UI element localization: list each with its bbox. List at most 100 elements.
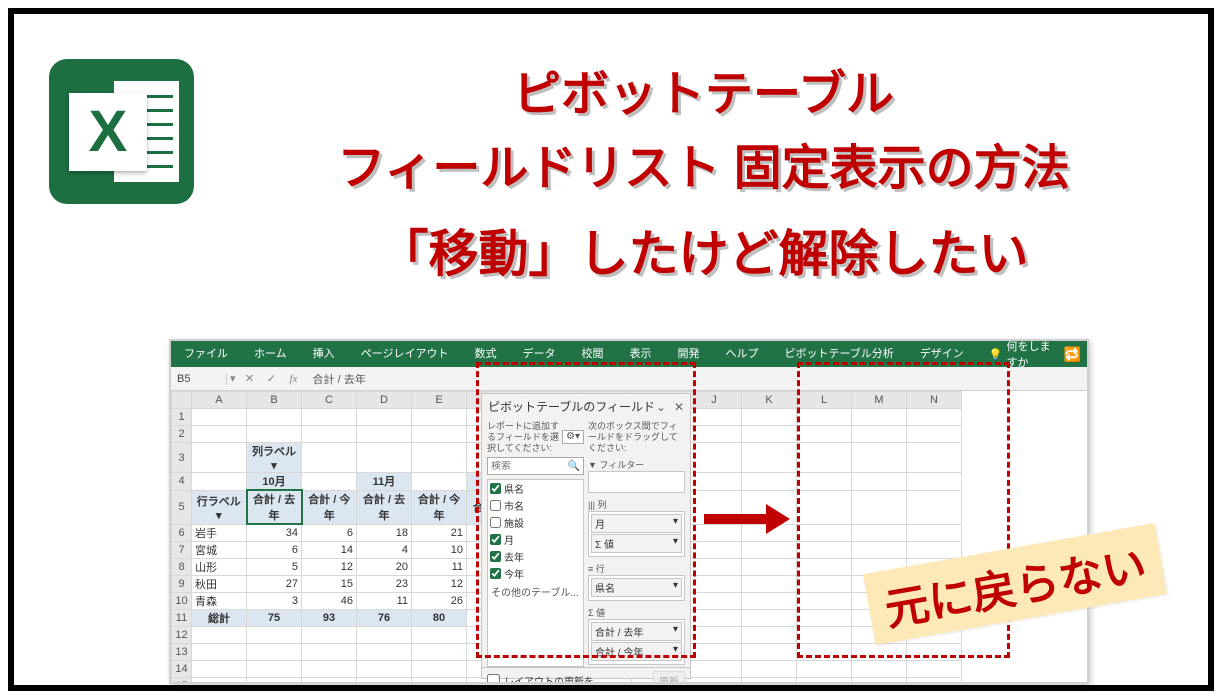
cell[interactable] xyxy=(412,473,467,491)
cell[interactable]: 11 xyxy=(357,592,412,609)
cell[interactable] xyxy=(687,473,742,491)
cell[interactable] xyxy=(687,643,742,660)
defer-layout-checkbox[interactable] xyxy=(487,674,500,684)
row-header[interactable]: 14 xyxy=(172,660,192,677)
cell[interactable]: 合計 / 今年 xyxy=(302,490,357,524)
cell[interactable] xyxy=(357,677,412,684)
cell[interactable]: 6 xyxy=(302,524,357,541)
ribbon-tab-2[interactable]: 挿入 xyxy=(306,341,342,367)
row-header[interactable]: 8 xyxy=(172,558,192,575)
cell[interactable] xyxy=(797,409,852,426)
cell[interactable]: 18 xyxy=(357,524,412,541)
cell[interactable] xyxy=(852,677,907,684)
cell[interactable] xyxy=(797,443,852,473)
cell[interactable] xyxy=(302,677,357,684)
formula-text[interactable]: 合計 / 去年 xyxy=(305,371,366,387)
cell[interactable]: 12 xyxy=(412,575,467,592)
cell[interactable]: 4 xyxy=(357,541,412,558)
zone-columns[interactable]: 月▾Σ 値▾ xyxy=(588,511,685,557)
cell[interactable] xyxy=(412,677,467,684)
cell[interactable] xyxy=(357,426,412,443)
cell[interactable] xyxy=(742,426,797,443)
col-header[interactable]: E xyxy=(412,392,467,409)
fieldlist-collapse-icon[interactable]: ⌄ xyxy=(656,400,666,414)
cell[interactable] xyxy=(797,592,852,609)
col-header[interactable]: N xyxy=(907,392,962,409)
cell[interactable]: 岩手 xyxy=(192,524,247,541)
cell[interactable] xyxy=(742,409,797,426)
cell[interactable] xyxy=(742,609,797,626)
cell[interactable]: 行ラベル ▾ xyxy=(192,490,247,524)
row-header[interactable]: 3 xyxy=(172,443,192,473)
cell[interactable] xyxy=(797,609,852,626)
cell[interactable] xyxy=(687,660,742,677)
share-icon[interactable]: 🔁 xyxy=(1064,346,1081,363)
cell[interactable] xyxy=(687,677,742,684)
cell[interactable] xyxy=(302,473,357,491)
cell[interactable] xyxy=(192,426,247,443)
cell[interactable] xyxy=(192,443,247,473)
row-header[interactable]: 7 xyxy=(172,541,192,558)
more-tables-link[interactable]: その他のテーブル... xyxy=(488,582,583,601)
field-checkbox[interactable] xyxy=(490,483,501,494)
cell[interactable] xyxy=(192,626,247,643)
cell[interactable] xyxy=(412,409,467,426)
cell[interactable]: 10 xyxy=(412,541,467,558)
cell[interactable] xyxy=(852,643,907,660)
cell[interactable]: 11月 xyxy=(357,473,412,491)
ribbon-tab-5[interactable]: データ xyxy=(515,341,562,367)
cell[interactable] xyxy=(687,541,742,558)
gear-icon[interactable]: ⚙▾ xyxy=(562,430,584,444)
field-label[interactable]: 県名 xyxy=(504,481,524,496)
row-header[interactable]: 5 xyxy=(172,490,192,524)
zone-item[interactable]: 合計 / 今年▾ xyxy=(591,642,682,661)
zone-filters[interactable] xyxy=(588,471,685,493)
cell[interactable] xyxy=(247,409,302,426)
close-icon[interactable]: ✕ xyxy=(674,400,684,414)
row-header[interactable]: 10 xyxy=(172,592,192,609)
cell[interactable] xyxy=(412,643,467,660)
col-header[interactable]: L xyxy=(797,392,852,409)
field-label[interactable]: 月 xyxy=(504,532,514,547)
cell[interactable] xyxy=(687,426,742,443)
cell[interactable] xyxy=(192,409,247,426)
row-header[interactable]: 11 xyxy=(172,609,192,626)
cell[interactable] xyxy=(907,643,962,660)
cell[interactable] xyxy=(907,490,962,524)
ribbon-tab-10[interactable]: ピボットテーブル分析 xyxy=(777,341,900,367)
fieldlist-search[interactable]: 🔍 xyxy=(487,457,584,475)
col-header[interactable]: B xyxy=(247,392,302,409)
cell[interactable] xyxy=(797,541,852,558)
cell[interactable]: 合計 / 去年 xyxy=(357,490,412,524)
cell[interactable]: 26 xyxy=(412,592,467,609)
cell[interactable] xyxy=(797,524,852,541)
cell[interactable] xyxy=(742,541,797,558)
cell[interactable]: 秋田 xyxy=(192,575,247,592)
pivot-field-list-panel[interactable]: ピボットテーブルのフィールド ⌄ ✕ レポートに追加するフィールドを選択してくだ… xyxy=(481,393,691,679)
cell[interactable]: 76 xyxy=(357,609,412,626)
cell[interactable] xyxy=(357,660,412,677)
cell[interactable] xyxy=(687,609,742,626)
cell[interactable] xyxy=(742,558,797,575)
cell[interactable] xyxy=(797,490,852,524)
zone-item[interactable]: 合計 / 去年▾ xyxy=(591,622,682,641)
cell[interactable] xyxy=(797,575,852,592)
cell[interactable]: 93 xyxy=(302,609,357,626)
cell[interactable] xyxy=(687,443,742,473)
cell[interactable] xyxy=(797,426,852,443)
cell[interactable]: 10月 xyxy=(247,473,302,491)
field-checkbox[interactable] xyxy=(490,551,501,562)
field-checkbox[interactable] xyxy=(490,534,501,545)
cell[interactable]: 75 xyxy=(247,609,302,626)
cell[interactable] xyxy=(357,409,412,426)
fx-icon[interactable]: fx xyxy=(283,373,305,385)
cell[interactable] xyxy=(907,443,962,473)
cell[interactable] xyxy=(852,660,907,677)
cell[interactable]: 6 xyxy=(247,541,302,558)
cell[interactable] xyxy=(687,558,742,575)
cell[interactable] xyxy=(742,643,797,660)
row-header[interactable]: 15 xyxy=(172,677,192,684)
cell[interactable] xyxy=(797,626,852,643)
ribbon-tab-4[interactable]: 数式 xyxy=(467,341,503,367)
field-checkbox[interactable] xyxy=(490,517,501,528)
